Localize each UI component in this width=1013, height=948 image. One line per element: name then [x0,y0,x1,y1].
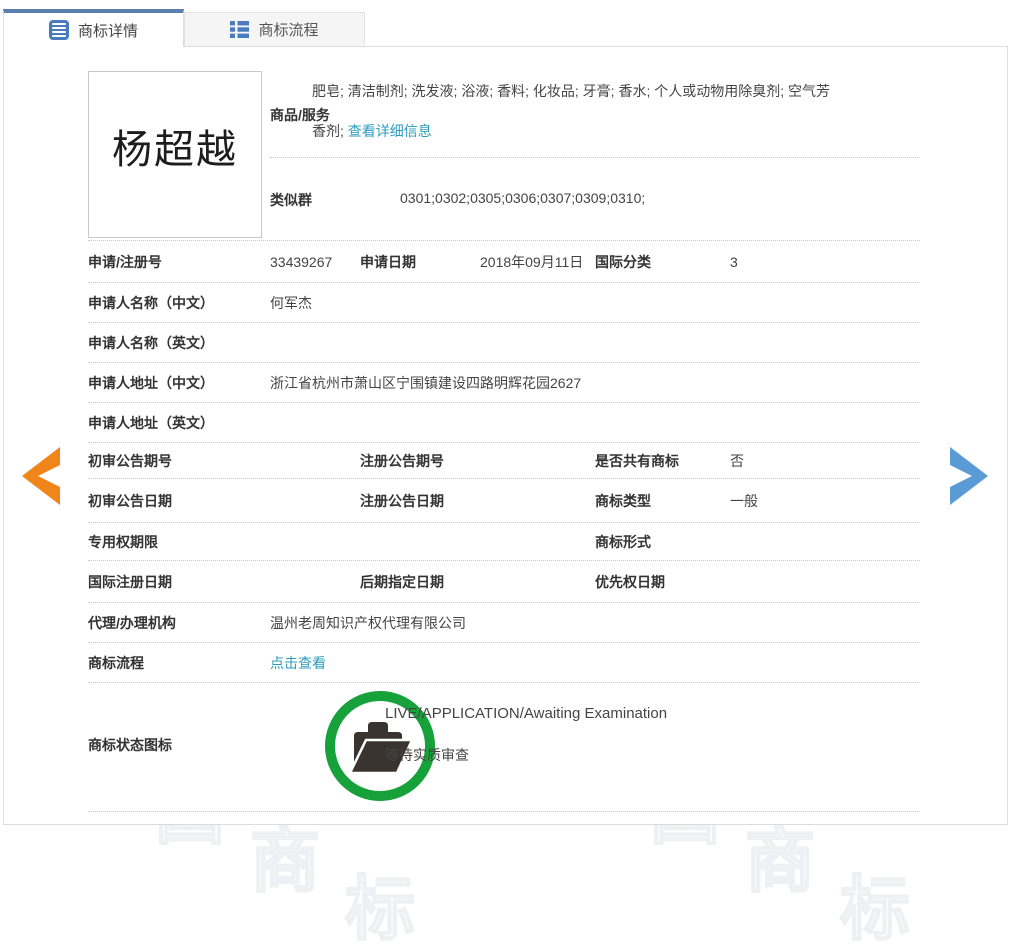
first-pub-no-label: 初审公告期号 [88,451,172,471]
status-line1: LIVE/APPLICATION/Awaiting Examination [385,705,667,722]
agent-label: 代理/办理机构 [88,613,176,633]
status-icon-label: 商标状态图标 [88,735,172,755]
watermark-char: 商 [745,826,815,896]
app-date-value: 2018年09月11日 [480,252,583,272]
status-line2: 等待实质审查 [385,745,469,765]
goods-services-value: 肥皂; 清洁制剂; 洗发液; 浴液; 香料; 化妆品; 牙膏; 香水; 个人或动… [312,71,834,151]
intl-class-value: 3 [730,254,738,270]
applicant-addr-en-label: 申请人地址（英文） [88,413,214,433]
registration-row: 申请/注册号 33439267 申请日期 2018年09月11日 国际分类 3 [88,240,920,283]
status-row: 商标状态图标 LIVE/APPLICATION/Awaiting Examina… [88,683,920,812]
applicant-addr-cn-row: 申请人地址（中文） 浙江省杭州市萧山区宁围镇建设四路明辉花园2627 [88,363,920,403]
tab-trademark-process[interactable]: 商标流程 [184,12,365,46]
intl-reg-date-label: 国际注册日期 [88,572,172,592]
exclusive-term-label: 专用权期限 [88,532,158,552]
watermark-char: 标 [840,874,910,944]
flow-row: 商标流程 点击查看 [88,643,920,683]
term-row: 专用权期限 商标形式 [88,523,920,561]
mark-form-label: 商标形式 [595,532,651,552]
applicant-name-cn-label: 申请人名称（中文） [88,293,214,313]
trademark-text: 杨超越 [112,117,238,175]
applicant-addr-cn-value: 浙江省杭州市萧山区宁围镇建设四路明辉花园2627 [270,373,581,393]
grid-list-icon [230,20,249,39]
flow-label: 商标流程 [88,653,144,673]
tab-detail-label: 商标详情 [78,20,138,41]
watermark-char: 标 [345,874,415,944]
priority-date-label: 优先权日期 [595,572,665,592]
similar-group-value: 0301;0302;0305;0306;0307;0309;0310; [400,190,645,206]
app-no-label: 申请/注册号 [88,252,162,272]
watermark-char: 商 [250,826,320,896]
agent-row: 代理/办理机构 温州老周知识产权代理有限公司 [88,603,920,643]
applicant-addr-cn-label: 申请人地址（中文） [88,373,214,393]
click-to-view-link[interactable]: 点击查看 [270,653,326,673]
applicant-addr-en-row: 申请人地址（英文） [88,403,920,443]
tab-trademark-detail[interactable]: 商标详情 [3,9,184,47]
applicant-name-en-label: 申请人名称（英文） [88,333,214,353]
applicant-name-en-row: 申请人名称（英文） [88,323,920,363]
trademark-detail-content: 杨超越 商品/服务 肥皂; 清洁制剂; 洗发液; 浴液; 香料; 化妆品; 牙膏… [0,0,1013,825]
reg-pub-no-label: 注册公告期号 [360,451,444,471]
publication-no-row: 初审公告期号 注册公告期号 是否共有商标 否 [88,443,920,479]
next-arrow-button[interactable] [948,447,988,505]
reg-pub-date-label: 注册公告日期 [360,491,444,511]
intl-class-label: 国际分类 [595,252,651,272]
trademark-image: 杨超越 [88,71,262,238]
prev-arrow-button[interactable] [22,447,62,505]
app-date-label: 申请日期 [360,252,416,272]
similar-group-label: 类似群 [270,190,312,210]
applicant-name-cn-row: 申请人名称（中文） 何军杰 [88,283,920,323]
first-pub-date-label: 初审公告日期 [88,491,172,511]
shared-mark-label: 是否共有商标 [595,451,679,471]
applicant-name-cn-value: 何军杰 [270,293,312,313]
agent-value: 温州老周知识产权代理有限公司 [270,613,466,633]
intl-dates-row: 国际注册日期 后期指定日期 优先权日期 [88,561,920,603]
later-designation-label: 后期指定日期 [360,572,444,592]
app-no-value: 33439267 [270,254,332,270]
view-detail-link[interactable]: 查看详细信息 [348,123,432,139]
mark-type-label: 商标类型 [595,491,651,511]
mark-type-value: 一般 [730,491,758,511]
tab-process-label: 商标流程 [258,19,318,40]
document-list-icon [49,20,69,40]
publication-date-row: 初审公告日期 注册公告日期 商标类型 一般 [88,479,920,523]
shared-mark-value: 否 [730,451,744,471]
separator [270,157,920,158]
